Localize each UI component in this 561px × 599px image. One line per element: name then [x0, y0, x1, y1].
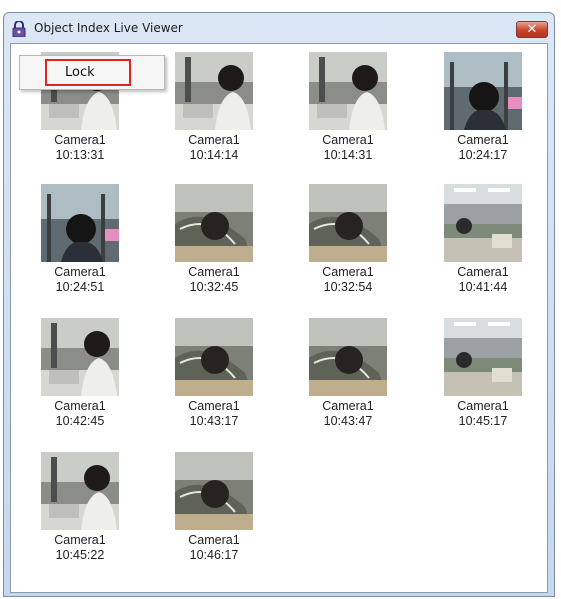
close-button[interactable]: ✕ [516, 21, 548, 38]
camera-name: Camera1 [322, 265, 374, 279]
capture-time: 10:14:31 [323, 148, 373, 162]
camera-name: Camera1 [322, 133, 374, 147]
thumbnail-caption: Camera1 10:43:47 [289, 399, 407, 429]
capture-time: 10:42:45 [55, 414, 105, 428]
capture-time: 10:45:17 [458, 414, 508, 428]
close-icon: ✕ [526, 22, 538, 37]
thumbnail-image[interactable] [444, 52, 522, 130]
thumbnail-image[interactable] [175, 452, 253, 530]
thumbnail-panel[interactable]: Camera1 10:13:31 Camera1 10:14:14 Camera1 10:… [10, 43, 548, 593]
capture-time: 10:45:22 [55, 548, 105, 562]
thumbnail-image[interactable] [444, 318, 522, 396]
camera-name: Camera1 [54, 265, 106, 279]
thumbnail-caption: Camera1 10:43:17 [155, 399, 273, 429]
capture-time: 10:43:17 [189, 414, 239, 428]
thumbnail-image[interactable] [41, 452, 119, 530]
thumbnail-caption: Camera1 10:14:31 [289, 133, 407, 163]
window-title: Object Index Live Viewer [34, 21, 183, 35]
thumbnail-image[interactable] [309, 318, 387, 396]
camera-name: Camera1 [457, 133, 509, 147]
capture-time: 10:32:54 [323, 280, 373, 294]
camera-name: Camera1 [457, 399, 509, 413]
thumbnail-caption: Camera1 10:45:17 [424, 399, 542, 429]
camera-name: Camera1 [322, 399, 374, 413]
thumbnail-image[interactable] [41, 184, 119, 262]
camera-name: Camera1 [54, 133, 106, 147]
title-bar[interactable]: Object Index Live Viewer ✕ [4, 13, 554, 43]
thumbnail-caption: Camera1 10:46:17 [155, 533, 273, 563]
context-menu: Lock [19, 55, 165, 90]
thumbnail-image[interactable] [444, 184, 522, 262]
thumbnail-caption: Camera1 10:45:22 [21, 533, 139, 563]
thumbnail-caption: Camera1 10:14:14 [155, 133, 273, 163]
capture-time: 10:13:31 [55, 148, 105, 162]
camera-name: Camera1 [188, 399, 240, 413]
thumbnail-image[interactable] [309, 184, 387, 262]
camera-name: Camera1 [188, 133, 240, 147]
thumbnail-caption: Camera1 10:24:51 [21, 265, 139, 295]
camera-name: Camera1 [188, 533, 240, 547]
thumbnail-caption: Camera1 10:24:17 [424, 133, 542, 163]
thumbnail-caption: Camera1 10:32:45 [155, 265, 273, 295]
capture-time: 10:32:45 [189, 280, 239, 294]
camera-name: Camera1 [54, 533, 106, 547]
capture-time: 10:46:17 [189, 548, 239, 562]
capture-time: 10:14:14 [189, 148, 239, 162]
capture-time: 10:41:44 [458, 280, 508, 294]
thumbnail-image[interactable] [175, 184, 253, 262]
thumbnail-caption: Camera1 10:42:45 [21, 399, 139, 429]
lock-app-icon [12, 21, 26, 37]
menu-item-lock[interactable]: Lock [45, 59, 131, 86]
camera-name: Camera1 [457, 265, 509, 279]
capture-time: 10:24:17 [458, 148, 508, 162]
thumbnail-caption: Camera1 10:41:44 [424, 265, 542, 295]
capture-time: 10:43:47 [323, 414, 373, 428]
thumbnail-caption: Camera1 10:13:31 [21, 133, 139, 163]
camera-name: Camera1 [54, 399, 106, 413]
viewer-window: Object Index Live Viewer ✕ Camera1 10:13:… [3, 12, 555, 597]
thumbnail-image[interactable] [175, 318, 253, 396]
thumbnail-image[interactable] [175, 52, 253, 130]
camera-name: Camera1 [188, 265, 240, 279]
thumbnail-image[interactable] [41, 318, 119, 396]
thumbnail-caption: Camera1 10:32:54 [289, 265, 407, 295]
capture-time: 10:24:51 [55, 280, 105, 294]
thumbnail-image[interactable] [309, 52, 387, 130]
